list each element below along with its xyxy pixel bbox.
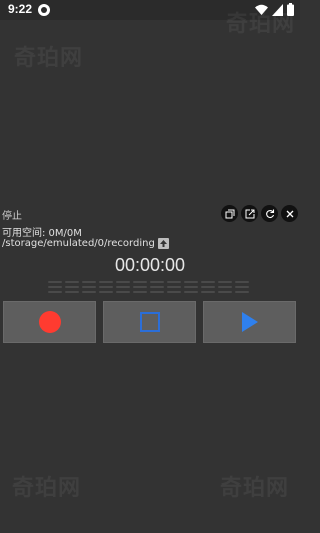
level-segment <box>99 291 113 293</box>
level-segment <box>133 291 147 293</box>
level-segment <box>48 281 62 283</box>
free-space-label: 可用空间: 0M/0M <box>2 228 82 239</box>
close-icon <box>286 210 293 217</box>
level-segment <box>65 281 79 283</box>
level-segment <box>133 281 147 283</box>
level-segment <box>218 281 232 283</box>
refresh-icon <box>265 209 274 218</box>
level-segment <box>116 286 130 288</box>
storage-path: /storage/emulated/0/recording <box>2 238 155 249</box>
level-segment <box>65 286 79 288</box>
level-segment <box>235 291 249 293</box>
status-time: 9:22 <box>8 2 33 16</box>
close-button[interactable] <box>281 205 298 222</box>
controls <box>3 301 296 343</box>
level-segment <box>201 281 215 283</box>
level-segment <box>48 291 62 293</box>
level-segment <box>133 286 147 288</box>
level-segment <box>218 291 232 293</box>
recorder-state: 停止 <box>2 211 22 222</box>
level-segment <box>184 281 198 283</box>
play-icon <box>241 312 258 332</box>
level-segment <box>99 281 113 283</box>
level-segment <box>235 286 249 288</box>
share-button[interactable] <box>241 205 258 222</box>
upload-icon[interactable] <box>157 238 169 249</box>
path-row: /storage/emulated/0/recording <box>2 238 169 249</box>
watermark: 奇珀网 <box>14 46 84 71</box>
level-segment <box>65 291 79 293</box>
stop-icon <box>139 312 160 332</box>
level-segment <box>48 286 62 288</box>
window-controls <box>221 205 298 222</box>
level-segment <box>218 286 232 288</box>
level-segment <box>150 281 164 283</box>
level-segment <box>235 281 249 283</box>
level-segment <box>201 291 215 293</box>
copy-icon <box>225 209 234 218</box>
record-icon <box>38 311 61 333</box>
level-segment <box>184 286 198 288</box>
level-segment <box>184 291 198 293</box>
play-button[interactable] <box>203 301 296 343</box>
level-segment <box>116 291 130 293</box>
level-segment <box>167 281 181 283</box>
watermark: 奇珀网 <box>220 476 290 501</box>
level-segment <box>116 281 130 283</box>
level-segment <box>167 286 181 288</box>
level-segment <box>167 291 181 293</box>
watermark: 奇珀网 <box>12 476 82 501</box>
notification-icon <box>38 4 50 16</box>
level-segment <box>99 286 113 288</box>
level-meter <box>48 281 252 295</box>
level-segment <box>82 286 96 288</box>
recording-timer: 00:00:00 <box>114 255 186 275</box>
watermark: 奇珀网 <box>226 12 296 37</box>
level-segment <box>150 291 164 293</box>
level-segment <box>201 286 215 288</box>
copy-button[interactable] <box>221 205 238 222</box>
stop-button[interactable] <box>103 301 196 343</box>
share-icon <box>245 209 254 218</box>
level-segment <box>150 286 164 288</box>
record-button[interactable] <box>3 301 96 343</box>
level-segment <box>82 281 96 283</box>
level-segment <box>82 291 96 293</box>
refresh-button[interactable] <box>261 205 278 222</box>
